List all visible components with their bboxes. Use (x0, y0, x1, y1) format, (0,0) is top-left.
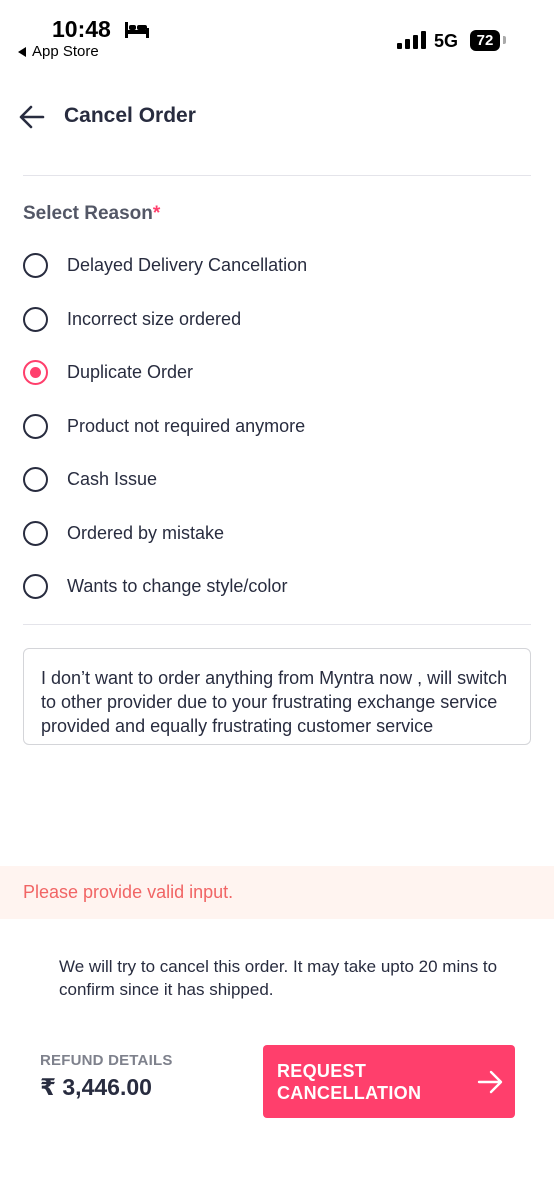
reason-option-change-style[interactable]: Wants to change style/color (23, 571, 287, 601)
refund-details-label: REFUND DETAILS (40, 1052, 173, 1069)
radio-button-selected[interactable] (23, 359, 48, 385)
back-arrow-icon[interactable] (19, 104, 45, 130)
arrow-right-icon (477, 1070, 503, 1094)
battery-level: 72 (476, 32, 494, 49)
reason-option-delayed-delivery[interactable]: Delayed Delivery Cancellation (23, 250, 307, 280)
header-divider (23, 175, 531, 176)
request-cancellation-button[interactable]: REQUEST CANCELLATION (263, 1045, 515, 1118)
reason-option-incorrect-size[interactable]: Incorrect size ordered (23, 304, 241, 334)
reason-option-label: Cash Issue (67, 468, 158, 489)
back-to-app-label: App Store (32, 43, 99, 60)
reason-option-label: Delayed Delivery Cancellation (67, 254, 308, 275)
reason-option-label: Ordered by mistake (67, 522, 225, 543)
cancellation-info-text: We will try to cancel this order. It may… (59, 957, 498, 999)
radio-button[interactable] (23, 306, 48, 332)
status-time: 10:48 (52, 16, 111, 42)
radio-button[interactable] (23, 413, 48, 439)
reason-option-not-required[interactable]: Product not required anymore (23, 411, 305, 441)
reason-option-label: Incorrect size ordered (67, 308, 242, 329)
reason-option-cash-issue[interactable]: Cash Issue (23, 464, 157, 494)
comment-textarea[interactable]: I don’t want to order anything from Mynt… (23, 648, 531, 745)
reason-option-label: Wants to change style/color (67, 575, 288, 596)
back-triangle-icon (18, 46, 26, 57)
radio-button[interactable] (23, 520, 48, 546)
reason-option-label: Duplicate Order (67, 361, 194, 382)
radio-button[interactable] (23, 252, 48, 278)
select-reason-label: Select Reason* (23, 203, 160, 225)
page-title: Cancel Order (64, 104, 196, 127)
required-marker: * (152, 203, 161, 224)
cellular-signal-icon (397, 31, 426, 49)
request-cancellation-label: REQUEST CANCELLATION (277, 1061, 422, 1103)
reason-option-label: Product not required anymore (67, 415, 306, 436)
battery-tip (503, 36, 506, 44)
reason-option-duplicate-order[interactable]: Duplicate Order (23, 357, 193, 387)
reason-option-ordered-by-mistake[interactable]: Ordered by mistake (23, 518, 224, 548)
radio-button[interactable] (23, 573, 48, 599)
error-message: Please provide valid input. (23, 882, 234, 902)
radio-button[interactable] (23, 466, 48, 492)
battery-icon: 72 (470, 30, 500, 51)
sleep-focus-icon (125, 22, 149, 38)
refund-amount: ₹ 3,446.00 (40, 1074, 152, 1100)
select-reason-text: Select Reason (23, 203, 153, 224)
back-to-app-link[interactable]: App Store (18, 43, 99, 60)
network-type: 5G (434, 31, 459, 51)
reason-divider (23, 624, 531, 625)
